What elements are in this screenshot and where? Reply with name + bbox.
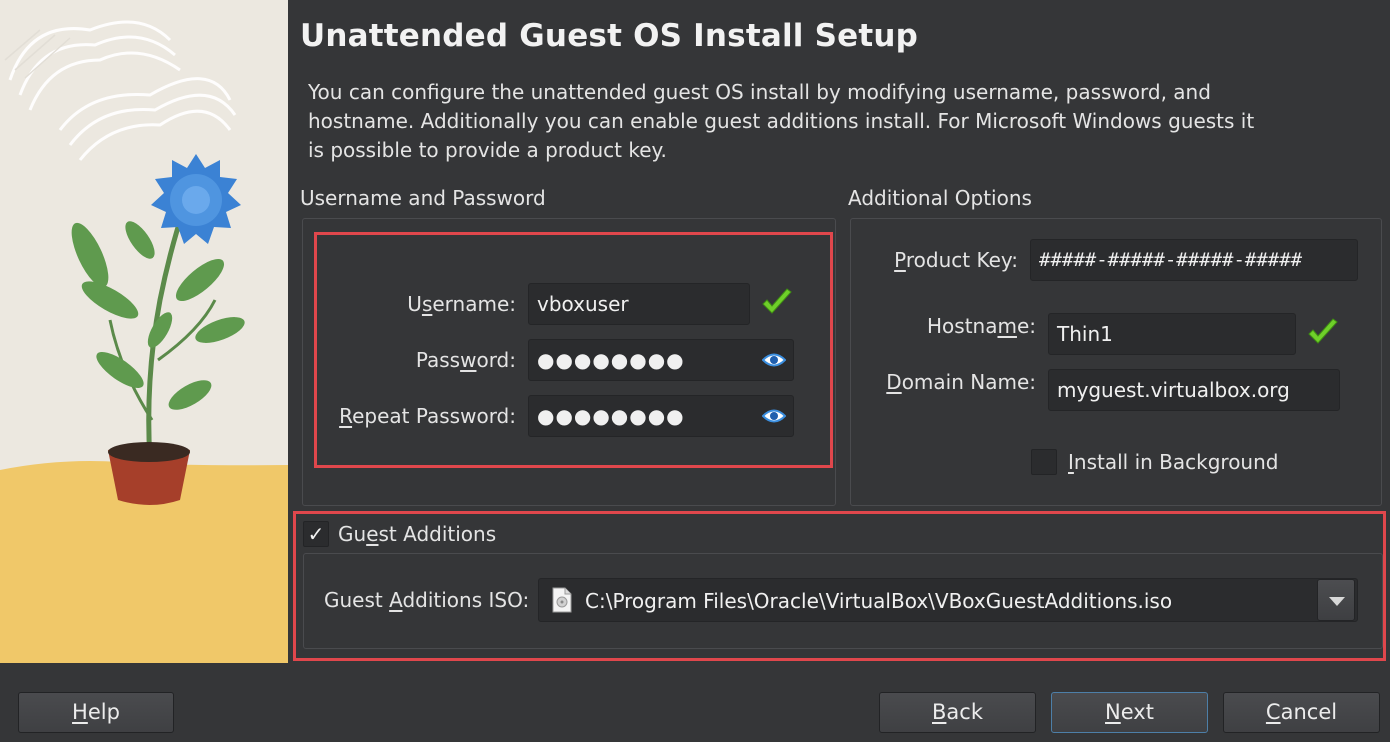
cancel-button[interactable]: Cancel (1223, 692, 1380, 733)
password-input[interactable]: ●●●●●●●● (528, 339, 794, 381)
install-in-background-checkbox[interactable] (1031, 449, 1057, 475)
wizard-illustration (0, 0, 288, 663)
iso-file-icon (552, 587, 572, 613)
show-repeat-password-eye-icon[interactable] (762, 407, 786, 425)
password-label: Password: (415, 348, 516, 372)
next-button[interactable]: Next (1051, 692, 1208, 733)
page-description: You can configure the unattended guest O… (308, 80, 1255, 162)
hostname-input[interactable]: Thin1 (1048, 313, 1296, 355)
install-in-background-label[interactable]: Install in Background (1068, 450, 1278, 474)
guest-additions-label[interactable]: Guest Additions (338, 522, 496, 546)
product-key-input[interactable]: #####-#####-#####-##### (1030, 239, 1358, 281)
guest-additions-iso-combobox[interactable]: C:\Program Files\Oracle\VirtualBox\VBoxG… (538, 578, 1358, 622)
iso-path-value: C:\Program Files\Oracle\VirtualBox\VBoxG… (585, 589, 1173, 613)
guest-additions-iso-label: Guest Additions ISO: (324, 588, 530, 612)
iso-dropdown-button[interactable] (1317, 579, 1355, 621)
hostname-label: Hostname: (927, 314, 1036, 338)
domain-name-input[interactable]: myguest.virtualbox.org (1048, 369, 1340, 411)
page-title: Unattended Guest OS Install Setup (300, 18, 919, 54)
back-button[interactable]: Back (879, 692, 1036, 733)
show-password-eye-icon[interactable] (762, 351, 786, 369)
hostname-valid-check-icon (1308, 318, 1338, 344)
domain-name-label: Domain Name: (886, 370, 1036, 394)
repeat-password-label: Repeat Password: (339, 404, 516, 428)
guest-additions-checkbox[interactable]: ✓ (303, 521, 329, 547)
username-input[interactable]: vboxuser (528, 283, 750, 325)
username-label: Username: (407, 292, 516, 316)
help-button[interactable]: Help (18, 692, 174, 733)
username-valid-check-icon (762, 288, 792, 314)
chevron-down-icon (1329, 597, 1345, 606)
options-group-label: Additional Options (848, 186, 1032, 210)
product-key-label: Product Key: (894, 248, 1018, 272)
repeat-password-input[interactable]: ●●●●●●●● (528, 395, 794, 437)
credentials-group-label: Username and Password (300, 186, 546, 210)
